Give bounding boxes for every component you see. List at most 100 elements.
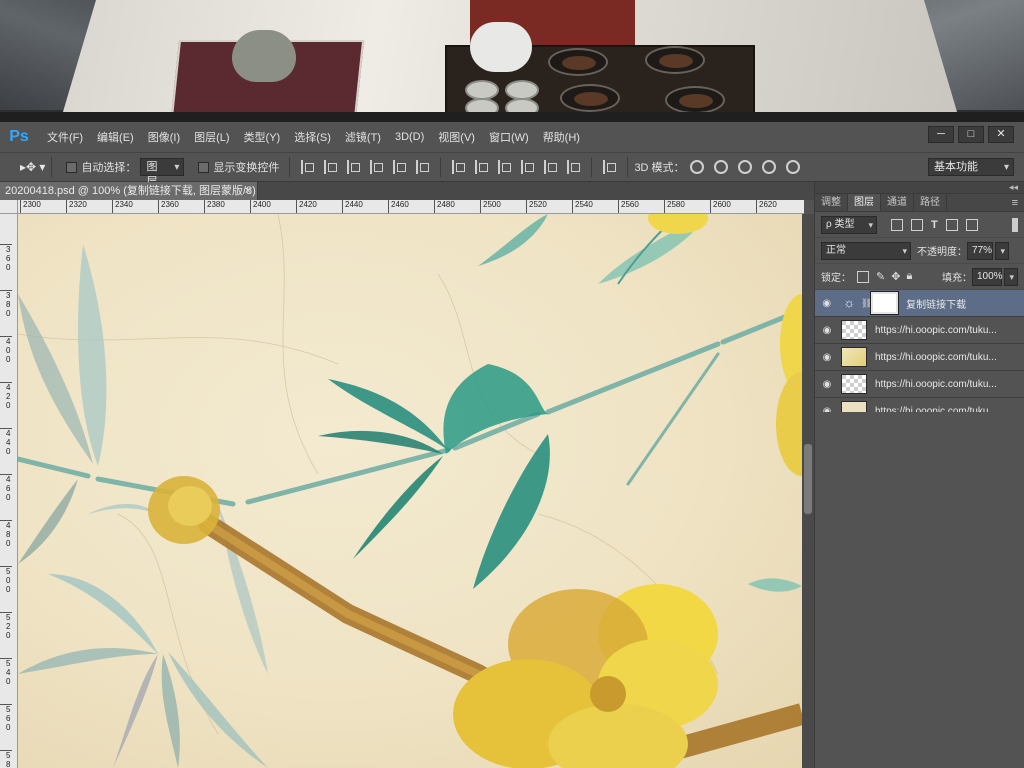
lock-all-icon[interactable]: 🔒︎ (906, 270, 912, 283)
menu-select[interactable]: 选择(S) (287, 129, 338, 145)
3d-pan-icon[interactable] (737, 160, 752, 174)
vertical-ruler[interactable]: 360 380 400 420 440 460 480 500 520 540 560 580 (0, 214, 18, 768)
filter-pixel-icon[interactable] (891, 218, 903, 231)
menu-view[interactable]: 视图(V) (431, 129, 482, 145)
close-button[interactable]: ✕ (988, 126, 1014, 143)
tab-channels[interactable]: 通道 (881, 194, 914, 211)
lock-transparency-icon[interactable] (857, 270, 869, 283)
distribute-left-icon[interactable] (521, 160, 535, 174)
fill-field[interactable]: 100% (972, 267, 1003, 286)
align-vcenter-icon[interactable] (324, 160, 338, 174)
menu-file[interactable]: 文件(F) (40, 129, 90, 145)
3d-roll-icon[interactable] (713, 160, 728, 174)
align-bottom-icon[interactable] (347, 160, 361, 174)
3d-rotate-icon[interactable] (689, 160, 704, 174)
align-right-icon[interactable] (416, 160, 430, 174)
scrollbar-thumb[interactable] (804, 444, 812, 514)
panel-menu-icon[interactable]: ≡ (1012, 194, 1024, 211)
maximize-button[interactable]: □ (958, 126, 984, 143)
visibility-eye-icon[interactable]: ◉ (819, 298, 834, 309)
tab-paths[interactable]: 路径 (914, 194, 947, 211)
lock-position-icon[interactable]: ✥ (891, 270, 900, 283)
distribute-hcenter-icon[interactable] (544, 160, 558, 174)
layer-row[interactable]: ◉ https://hi.ooopic.com/tuku... (815, 317, 1024, 344)
opacity-slider-toggle[interactable] (995, 241, 1009, 260)
snack-dish (665, 86, 725, 114)
filter-type-icon[interactable]: T (931, 219, 938, 231)
document-tab[interactable]: 20200418.psd @ 100% (复制链接下载, 图层蒙版/8) × (0, 182, 258, 200)
fill-slider-toggle[interactable] (1004, 267, 1018, 286)
layer-filter-dropdown[interactable]: ρ 类型 (821, 215, 877, 234)
menu-help[interactable]: 帮助(H) (536, 129, 587, 145)
layer-name[interactable]: https://hi.ooopic.com/tuku... (875, 325, 997, 336)
3d-mode-label: 3D 模式： (634, 162, 685, 174)
layer-thumbnail (841, 374, 867, 394)
minimize-button[interactable]: ─ (928, 126, 954, 143)
auto-select-checkbox[interactable] (66, 161, 78, 173)
ruler-tick-label: 520 (0, 612, 12, 640)
edge-flower (648, 214, 802, 476)
menu-layer[interactable]: 图层(L) (187, 129, 236, 145)
incense-pot (232, 30, 296, 82)
align-hcenter-icon[interactable] (393, 160, 407, 174)
filter-shape-icon[interactable] (945, 218, 958, 231)
visibility-eye-icon[interactable]: ◉ (819, 379, 835, 390)
menu-image[interactable]: 图像(I) (141, 129, 187, 145)
tab-layers[interactable]: 图层 (848, 194, 881, 211)
layer-row[interactable]: ◉ https://hi.ooopic.com/tuku... (815, 344, 1024, 371)
ruler-tick-label: 2300 (20, 200, 41, 213)
move-tool-icon[interactable]: ▸✥ ▾ (20, 160, 45, 174)
menu-3d[interactable]: 3D(D) (388, 131, 431, 143)
3d-scale-icon[interactable] (785, 160, 800, 174)
ruler-tick-label: 2400 (250, 200, 271, 213)
ruler-tick-label: 2420 (296, 200, 317, 213)
distribute-vcenter-icon[interactable] (475, 160, 489, 174)
filter-adjustment-icon[interactable] (911, 218, 923, 231)
ruler-tick-label: 500 (0, 566, 12, 594)
filter-toggle-icon[interactable] (1012, 217, 1018, 232)
link-icon[interactable]: ⛓ (861, 298, 872, 309)
layer-row[interactable]: ◉ ☼ ⛓ 复制链接下载 (815, 290, 1024, 317)
layer-name[interactable]: https://hi.ooopic.com/tuku... (875, 352, 997, 363)
3d-slide-icon[interactable] (761, 160, 776, 174)
layer-name[interactable]: 复制链接下载 (906, 296, 1024, 311)
visibility-eye-icon[interactable]: ◉ (819, 325, 835, 336)
horizontal-ruler[interactable]: 2300 2320 2340 2360 2380 2400 2420 2440 2460 2480… (18, 200, 804, 214)
close-tab-icon[interactable]: × (245, 182, 251, 200)
align-top-icon[interactable] (301, 160, 315, 174)
distribute-right-icon[interactable] (567, 160, 581, 174)
lock-brush-icon[interactable]: ✎ (876, 270, 885, 283)
auto-select-dropdown[interactable]: 图层 (140, 158, 185, 188)
menu-type[interactable]: 类型(Y) (237, 129, 288, 145)
tab-adjustments[interactable]: 调整 (815, 194, 848, 211)
distribute-top-icon[interactable] (452, 160, 466, 174)
ruler-origin[interactable] (0, 200, 18, 214)
align-left-icon[interactable] (370, 160, 384, 174)
ruler-tick-label: 2580 (664, 200, 685, 213)
blend-mode-dropdown[interactable]: 正常 (821, 241, 911, 260)
menu-window[interactable]: 窗口(W) (482, 129, 536, 145)
ruler-tick-label: 2560 (618, 200, 639, 213)
snack-dish (548, 48, 608, 76)
show-transform-checkbox[interactable] (198, 161, 210, 173)
workspace-dropdown[interactable]: 基本功能 (928, 158, 1014, 176)
options-bar: ▸✥ ▾ 自动选择： 图层 显示变换控件 3D 模式： 基本功能 (0, 152, 1024, 188)
blend-row: 正常 不透明度： 77% (815, 238, 1024, 264)
document-canvas[interactable] (18, 214, 802, 768)
filter-smart-object-icon[interactable] (965, 218, 978, 231)
layer-row[interactable]: ◉ https://hi.ooopic.com/tuku... (815, 371, 1024, 398)
layer-filter-row: ρ 类型 T (815, 212, 1024, 238)
collapse-panel-icon[interactable]: ◂◂ (815, 182, 1024, 194)
opacity-field[interactable]: 77% (967, 241, 993, 260)
layer-mask-thumbnail[interactable] (869, 291, 900, 315)
layer-name[interactable]: https://hi.ooopic.com/tuku... (875, 379, 997, 390)
menu-filter[interactable]: 滤镜(T) (338, 129, 388, 145)
vertical-scrollbar[interactable] (802, 214, 814, 768)
snack-dish (560, 84, 620, 112)
snack-dish (645, 46, 705, 74)
visibility-eye-icon[interactable]: ◉ (819, 352, 835, 363)
show-transform-label: 显示变换控件 (213, 162, 280, 174)
distribute-bottom-icon[interactable] (498, 160, 512, 174)
auto-align-icon[interactable] (603, 160, 617, 174)
menu-edit[interactable]: 编辑(E) (90, 129, 141, 145)
